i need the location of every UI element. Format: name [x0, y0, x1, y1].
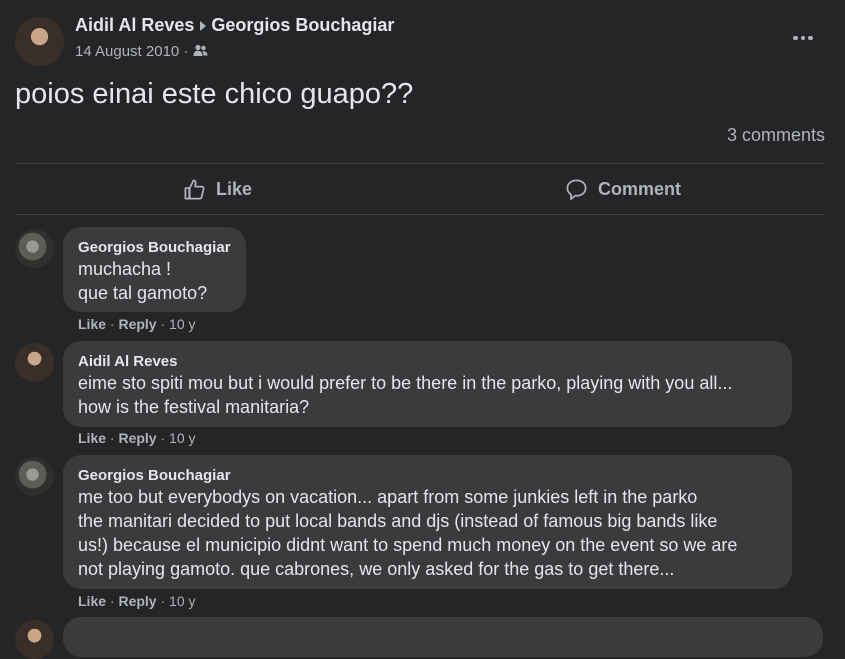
meta-separator: ·	[183, 43, 189, 60]
comment-bubble: Aidil Al Reves eime sto spiti mou but i …	[63, 341, 792, 427]
comment-reply-button[interactable]: Reply	[118, 430, 156, 446]
divider	[15, 163, 825, 164]
comment-timestamp[interactable]: 10 y	[169, 593, 195, 609]
comment-actions: Like · Reply · 10 y	[78, 430, 196, 446]
thumbs-up-icon	[184, 179, 205, 199]
comment-like-button[interactable]: Like	[78, 593, 106, 609]
post-meta: 14 August 2010 ·	[75, 43, 208, 60]
comment-reply-button[interactable]: Reply	[118, 316, 156, 332]
comment-bubble: Georgios Bouchagiar muchacha ! que tal g…	[63, 227, 246, 312]
comment-count[interactable]: 3 comments	[727, 125, 825, 146]
friends-icon[interactable]	[193, 44, 208, 57]
like-button-label: Like	[216, 178, 253, 199]
comment-timestamp[interactable]: 10 y	[169, 430, 195, 446]
more-options-icon[interactable]	[791, 26, 815, 50]
comment-button-label: Comment	[598, 178, 682, 199]
comment-text: muchacha ! que tal gamoto?	[78, 259, 208, 303]
comment-author-avatar[interactable]	[15, 229, 54, 268]
comment-actions: Like · Reply · 10 y	[78, 316, 196, 332]
comment-actions: Like · Reply · 10 y	[78, 593, 196, 609]
comment-reply-button[interactable]: Reply	[118, 593, 156, 609]
comment-button[interactable]: Comment	[565, 174, 681, 204]
comment-bubble	[63, 617, 823, 657]
comment-author-name[interactable]: Georgios Bouchagiar	[78, 238, 231, 257]
comment-author-avatar[interactable]	[15, 620, 54, 659]
arrow-right-icon	[200, 20, 207, 31]
divider	[15, 214, 825, 215]
comment-author-name[interactable]: Georgios Bouchagiar	[78, 466, 777, 485]
post-date[interactable]: 14 August 2010	[75, 43, 179, 60]
comment-bubble-icon	[566, 179, 587, 200]
comment-text: me too but everybodys on vacation... apa…	[78, 487, 738, 579]
comment-like-button[interactable]: Like	[78, 316, 106, 332]
post-header-names: Aidil Al Reves Georgios Bouchagiar	[75, 15, 394, 36]
comment-author-avatar[interactable]	[15, 457, 54, 496]
comment-like-button[interactable]: Like	[78, 430, 106, 446]
post-text: poios einai este chico guapo??	[15, 78, 414, 110]
like-button[interactable]: Like	[183, 174, 252, 204]
comment-bubble: Georgios Bouchagiar me too but everybody…	[63, 455, 792, 589]
comment-text: eime sto spiti mou but i would prefer to…	[78, 373, 733, 417]
comment-author-avatar[interactable]	[15, 343, 54, 382]
post-target-name[interactable]: Georgios Bouchagiar	[211, 15, 394, 35]
post-author-avatar[interactable]	[15, 17, 64, 66]
post-author-name[interactable]: Aidil Al Reves	[75, 15, 194, 35]
comment-author-name[interactable]: Aidil Al Reves	[78, 352, 777, 371]
comment-timestamp[interactable]: 10 y	[169, 316, 195, 332]
